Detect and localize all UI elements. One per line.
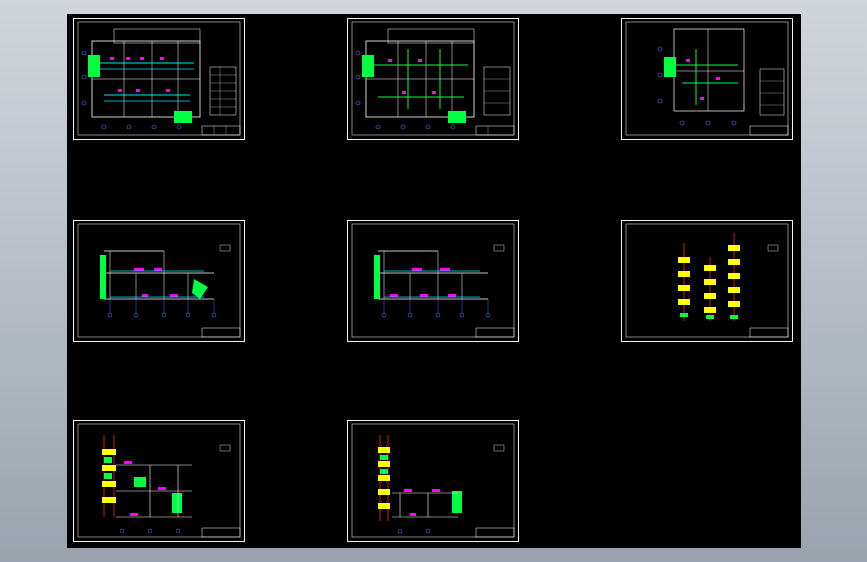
riser-diagram-drawing	[625, 223, 789, 338]
elevation-drawing	[351, 423, 515, 538]
drawing-sheet-7[interactable]	[73, 420, 245, 542]
drawing-sheet-6[interactable]	[621, 220, 793, 342]
floor-plan-drawing	[351, 21, 515, 136]
elevation-drawing	[351, 223, 515, 338]
drawing-sheet-2[interactable]	[347, 18, 519, 140]
drawing-sheet-4[interactable]	[73, 220, 245, 342]
drawing-sheet-1[interactable]	[73, 18, 245, 140]
floor-plan-drawing	[77, 21, 241, 136]
model-space-viewport[interactable]	[67, 14, 801, 548]
drawing-sheet-8[interactable]	[347, 420, 519, 542]
elevation-drawing	[77, 423, 241, 538]
elevation-drawing	[77, 223, 241, 338]
drawing-sheet-3[interactable]	[621, 18, 793, 140]
drawing-sheet-5[interactable]	[347, 220, 519, 342]
floor-plan-drawing	[625, 21, 789, 136]
